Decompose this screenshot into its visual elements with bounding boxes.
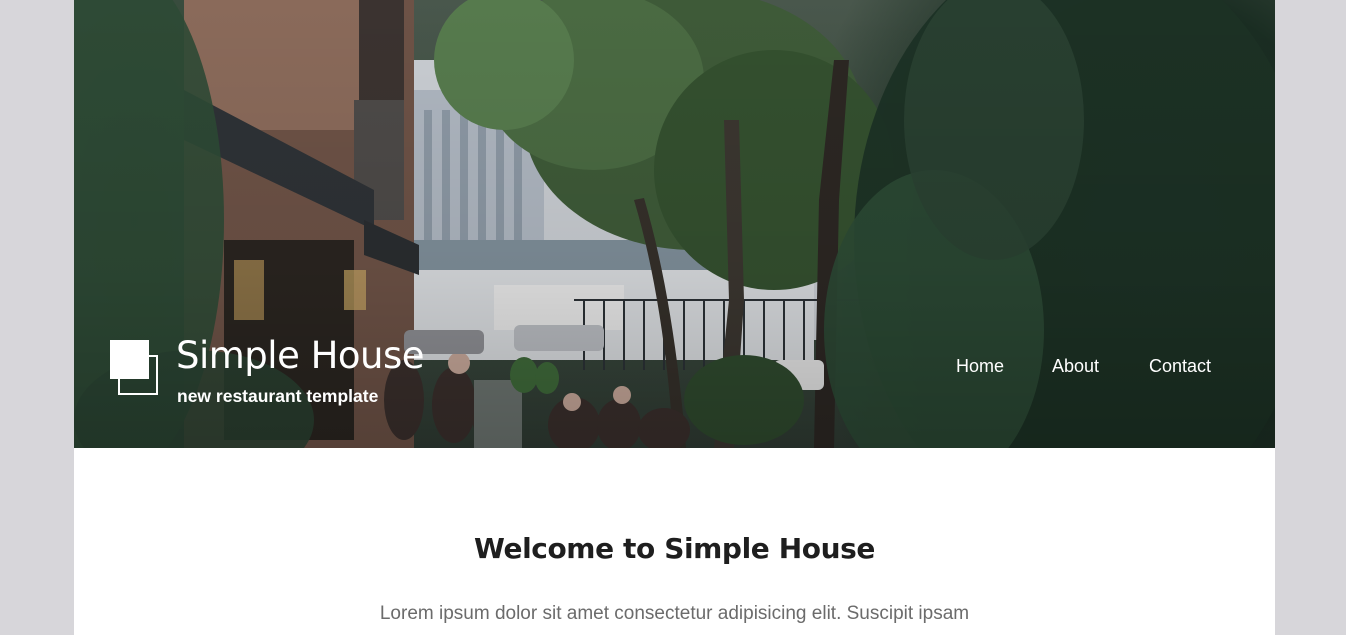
nav-item-contact[interactable]: Contact bbox=[1149, 356, 1211, 377]
nav-item-home[interactable]: Home bbox=[956, 356, 1004, 377]
site-tagline: new restaurant template bbox=[177, 386, 379, 406]
hero-overlay bbox=[74, 0, 1275, 448]
page-container: Simple House new restaurant template Hom… bbox=[74, 0, 1275, 635]
nav-item-about[interactable]: About bbox=[1052, 356, 1099, 377]
hero-header: Simple House new restaurant template Hom… bbox=[74, 0, 1275, 448]
welcome-heading: Welcome to Simple House bbox=[474, 532, 875, 565]
main-nav: Home About Contact bbox=[74, 356, 1275, 380]
intro-paragraph: Lorem ipsum dolor sit amet consectetur a… bbox=[379, 603, 970, 624]
